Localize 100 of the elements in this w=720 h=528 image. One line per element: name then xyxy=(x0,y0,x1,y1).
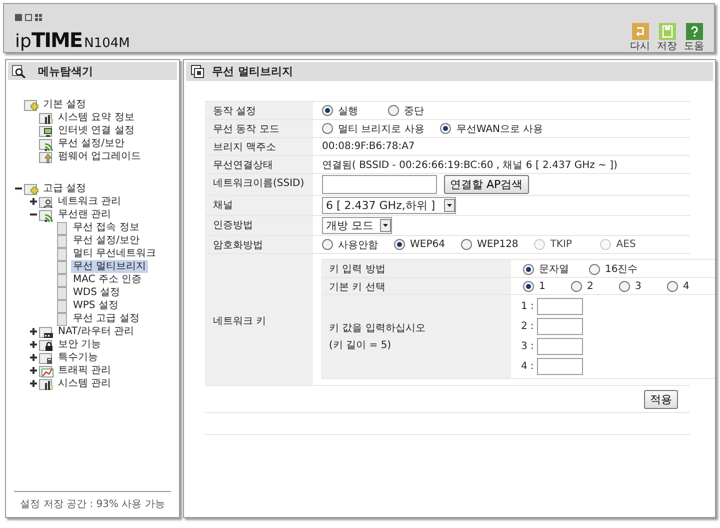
page-icon xyxy=(54,220,69,234)
field-label: 키 값을 입력하십시오 xyxy=(329,322,426,335)
tree-item[interactable]: MAC 주소 인증 xyxy=(71,273,144,286)
key-number: 4 : xyxy=(521,360,534,372)
expand-icon[interactable] xyxy=(30,367,36,374)
tree-item[interactable]: 특수기능 xyxy=(56,351,100,364)
radio-button[interactable] xyxy=(460,239,472,250)
radio-button[interactable] xyxy=(571,281,582,292)
page-icon xyxy=(54,298,69,312)
tree-item[interactable]: 기본 설정 xyxy=(41,98,88,111)
field-label: 무선연결상태 xyxy=(213,160,273,171)
tree-item[interactable]: 네트워크 관리 xyxy=(56,195,124,208)
upgrade-icon xyxy=(39,150,54,164)
tree-item[interactable]: 무선 설정/보안 xyxy=(71,234,142,247)
tree-item[interactable]: 시스템 요약 정보 xyxy=(56,111,136,124)
radio-button[interactable] xyxy=(619,281,630,292)
tree-item[interactable]: WDS 설정 xyxy=(71,286,122,299)
radio-button[interactable] xyxy=(523,281,534,292)
expand-icon[interactable] xyxy=(30,380,36,387)
key-field[interactable] xyxy=(536,338,583,354)
undo-button[interactable]: 다시 xyxy=(630,23,650,52)
page-icon xyxy=(54,272,69,286)
chart-icon xyxy=(39,376,54,390)
tree-item[interactable]: 시스템 관리 xyxy=(56,377,114,390)
lock-icon xyxy=(39,338,54,352)
logo: ipTIME xyxy=(15,28,82,52)
option-label: WEP128 xyxy=(476,239,518,250)
radio-button[interactable] xyxy=(322,123,333,134)
option-label: 실행 xyxy=(338,104,358,118)
expand-icon[interactable] xyxy=(30,354,36,361)
field-label: 네트워크이름(SSID) xyxy=(213,178,304,189)
tree-item[interactable]: 고급 설정 xyxy=(41,182,88,195)
help-button[interactable]: 도움 xyxy=(684,23,704,52)
page-icon xyxy=(54,246,69,260)
tree-item[interactable]: 무선 설정/보안 xyxy=(56,137,127,150)
radio-button[interactable] xyxy=(440,123,452,134)
tree-item[interactable]: 무선 멀티브리지 xyxy=(71,260,148,273)
storage-status: 설정 저장 공간 : 93% 사용 가능 xyxy=(20,499,165,510)
expand-icon[interactable] xyxy=(30,328,36,335)
option-label: 4 xyxy=(683,281,690,292)
expand-icon[interactable] xyxy=(30,341,36,348)
key-field[interactable] xyxy=(536,318,583,334)
field-label: 인증방법 xyxy=(213,220,253,231)
radio-button[interactable] xyxy=(589,264,600,274)
collapse-icon[interactable] xyxy=(30,211,36,218)
key-number: 2 : xyxy=(521,320,534,332)
radio-button[interactable] xyxy=(322,239,333,250)
field-label: 암호화방법 xyxy=(213,240,263,251)
radio-button[interactable] xyxy=(394,239,405,250)
input-field[interactable] xyxy=(322,175,437,194)
option-label: 2 xyxy=(587,281,594,292)
tree-item[interactable]: 무선 고급 설정 xyxy=(71,312,142,325)
page-icon xyxy=(54,260,69,274)
panel-title: 메뉴탐색기 xyxy=(38,64,93,78)
option-label: 1 xyxy=(539,281,546,292)
option-label: TKIP xyxy=(550,239,572,250)
option-label: 3 xyxy=(635,281,642,292)
search-ap-button[interactable]: 연결할 AP검색 xyxy=(444,175,529,194)
option-label: 멀티 브리지로 사용 xyxy=(338,122,424,136)
radio-button[interactable] xyxy=(388,105,399,116)
page-title: 무선 멀티브리지 xyxy=(212,64,293,79)
tree-item[interactable]: 보안 기능 xyxy=(56,338,104,351)
option-label: 중단 xyxy=(404,104,424,118)
field-label: 무선 동작 모드 xyxy=(213,124,280,135)
page-icon xyxy=(54,312,69,326)
option-label: 문자열 xyxy=(539,263,569,276)
field-label: 브리지 맥주소 xyxy=(213,142,276,153)
field-value: 00:08:9F:B6:78:A7 xyxy=(322,141,415,152)
apply-button[interactable]: 적용 xyxy=(644,390,678,409)
option-label: 사용안함 xyxy=(338,238,378,252)
tree-item[interactable]: 멀티 무선네트워크 xyxy=(71,247,158,260)
tree-item[interactable]: NAT/라우터 관리 xyxy=(56,325,136,338)
field-value: 연결됨( BSSID - 00:26:66:19:BC:60 , 채널 6 [ 2.437 GHz ~ ]) xyxy=(322,158,618,172)
tree-item[interactable]: 트래픽 관리 xyxy=(56,364,114,377)
tree-item[interactable]: WPS 설정 xyxy=(71,299,120,312)
field-label: 기본 키 선택 xyxy=(329,282,386,293)
save-button[interactable]: 저장 xyxy=(657,23,677,52)
radio-button[interactable] xyxy=(523,264,534,274)
tree-item[interactable]: 무선랜 관리 xyxy=(56,208,114,221)
collapse-icon[interactable] xyxy=(14,185,22,192)
option-label: 무선WAN으로 사용 xyxy=(456,122,544,136)
key-field[interactable] xyxy=(536,298,583,314)
tree-item[interactable]: 인터넷 연결 설정 xyxy=(56,124,136,137)
tree-item[interactable]: 펌웨어 업그레이드 xyxy=(56,150,144,163)
page-icon xyxy=(54,234,69,248)
expand-icon[interactable] xyxy=(30,198,36,205)
wifi-icon xyxy=(39,208,54,222)
tree-item[interactable]: 무선 접속 정보 xyxy=(71,221,142,234)
field-label: 동작 설정 xyxy=(213,106,256,117)
wifi-icon xyxy=(39,136,54,150)
dropdown[interactable]: 개방 모드 xyxy=(322,217,392,234)
field-label: 키 입력 방법 xyxy=(329,264,386,275)
key-field[interactable] xyxy=(536,358,583,374)
folder-icon xyxy=(24,98,39,112)
radio-button[interactable] xyxy=(322,105,333,116)
radio-button[interactable] xyxy=(667,281,678,292)
monitor-icon xyxy=(39,124,54,138)
dropdown[interactable]: 6 [ 2.437 GHz,하위 ] xyxy=(322,197,456,214)
graph-icon xyxy=(39,364,54,378)
option-label: WEP64 xyxy=(410,239,445,250)
